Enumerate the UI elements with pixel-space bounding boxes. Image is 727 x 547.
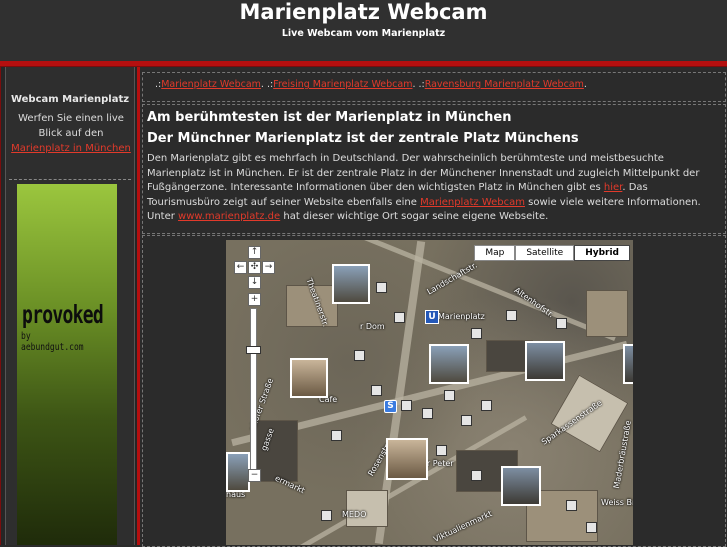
map-photo-marker[interactable] (331, 430, 342, 441)
sidebar-text: Werfen Sie einen live Blick auf den Mari… (10, 111, 132, 156)
sbahn-marker[interactable]: S (384, 400, 397, 413)
nav-end: . (583, 79, 587, 90)
map-label: MEDO (342, 510, 367, 519)
zoom-out-button[interactable]: − (248, 469, 261, 482)
map-label: Weiss Bräu (601, 498, 633, 507)
map-photo-marker[interactable] (376, 282, 387, 293)
map-photo-marker[interactable] (401, 400, 412, 411)
sidebar-panel: Webcam Marienplatz Werfen Sie einen live… (5, 67, 135, 545)
map-label: Marienplatz (438, 312, 485, 321)
map-photo-marker[interactable] (586, 522, 597, 533)
map-photo-marker[interactable] (461, 415, 472, 426)
map-photo-marker[interactable] (321, 510, 332, 521)
map-photo-thumbnail[interactable] (290, 358, 328, 398)
map-photo-thumbnail[interactable] (386, 438, 428, 480)
map-type-map-button[interactable]: Map (474, 245, 516, 261)
map-photo-marker[interactable] (354, 350, 365, 361)
nav-link-freising[interactable]: Freising Marienplatz Webcam (273, 79, 412, 90)
nav-separator: . .: (260, 79, 274, 90)
map-type-satellite-button[interactable]: Satellite (515, 245, 575, 261)
ubahn-marker[interactable]: U (425, 310, 439, 324)
map-photo-marker[interactable] (371, 385, 382, 396)
paragraph-text: hat dieser wichtige Ort sogar seine eige… (280, 211, 549, 222)
map-photo-thumbnail[interactable] (332, 264, 370, 304)
pan-down-button[interactable]: ↓ (248, 276, 261, 289)
nav-link-marienplatz[interactable]: Marienplatz Webcam (161, 79, 261, 90)
map-building (346, 490, 388, 527)
map-label: Viktualienmarkt (432, 509, 494, 544)
map-type-hybrid-button[interactable]: Hybrid (574, 245, 630, 261)
nav-link-ravensburg[interactable]: Ravensburg Marienplatz Webcam (425, 79, 584, 90)
sidebar-intro: Werfen Sie einen live Blick auf den (18, 113, 124, 139)
zoom-in-button[interactable]: + (248, 293, 261, 306)
map-photo-marker[interactable] (444, 390, 455, 401)
map-building (586, 290, 628, 337)
sidebar-divider (9, 179, 131, 180)
map-photo-marker[interactable] (556, 318, 567, 329)
map-photo-marker[interactable] (471, 470, 482, 481)
map-label: r Dom (360, 322, 385, 331)
map-photo-marker[interactable] (481, 400, 492, 411)
map-view[interactable]: Landschaftstr. Altenhofstr. Marienplatz … (226, 240, 633, 545)
map-navigation-control: ↑ ← ✣ → ↓ + − (232, 246, 275, 486)
map-photo-marker[interactable] (422, 408, 433, 419)
pan-center-button[interactable]: ✣ (248, 261, 261, 274)
ad-byline: by aebundgut.com (21, 331, 84, 353)
map-photo-thumbnail[interactable] (501, 466, 541, 506)
map-photo-marker[interactable] (436, 445, 447, 456)
article-subheading: Der Münchner Marienplatz ist der zentral… (147, 131, 579, 146)
map-photo-marker[interactable] (566, 500, 577, 511)
ad-brand: provoked (22, 300, 104, 329)
main-content: .:Marienplatz Webcam. .:Freising Marienp… (140, 67, 727, 547)
article-heading: Am berühmtesten ist der Marienplatz in M… (147, 110, 512, 125)
article-paragraph: Den Marienplatz gibt es mehrfach in Deut… (147, 152, 717, 225)
site-header: Marienplatz Webcam Live Webcam vom Marie… (0, 0, 727, 61)
map-photo-thumbnail[interactable] (525, 341, 565, 381)
zoom-slider-track[interactable] (250, 308, 257, 470)
sidebar: Webcam Marienplatz Werfen Sie einen live… (0, 67, 140, 545)
map-label: Maderbräustraße (612, 419, 633, 490)
map-photo-marker[interactable] (394, 312, 405, 323)
map-photo-marker[interactable] (471, 328, 482, 339)
zoom-slider-handle[interactable] (246, 346, 261, 354)
nav-links: .:Marienplatz Webcam. .:Freising Marienp… (155, 79, 587, 90)
site-title: Marienplatz Webcam (239, 0, 488, 24)
map-photo-thumbnail[interactable] (429, 344, 469, 384)
pan-right-button[interactable]: → (262, 261, 275, 274)
site-subtitle: Live Webcam vom Marienplatz (281, 28, 446, 39)
sidebar-title: Webcam Marienplatz (10, 94, 130, 105)
map-type-switcher: Map Satellite Hybrid (474, 245, 630, 261)
ad-banner[interactable]: provoked by aebundgut.com (17, 184, 117, 545)
marienplatz-de-link[interactable]: www.marienplatz.de (178, 211, 280, 222)
tourism-webcam-link[interactable]: Marienplatz Webcam (420, 197, 525, 208)
pan-up-button[interactable]: ↑ (248, 246, 261, 259)
sidebar-marienplatz-link[interactable]: Marienplatz in München (11, 143, 131, 154)
nav-separator: . .: (412, 79, 425, 90)
pan-left-button[interactable]: ← (234, 261, 247, 274)
map-photo-marker[interactable] (506, 310, 517, 321)
map-photo-thumbnail[interactable] (623, 344, 633, 384)
hier-link[interactable]: hier (604, 182, 622, 193)
